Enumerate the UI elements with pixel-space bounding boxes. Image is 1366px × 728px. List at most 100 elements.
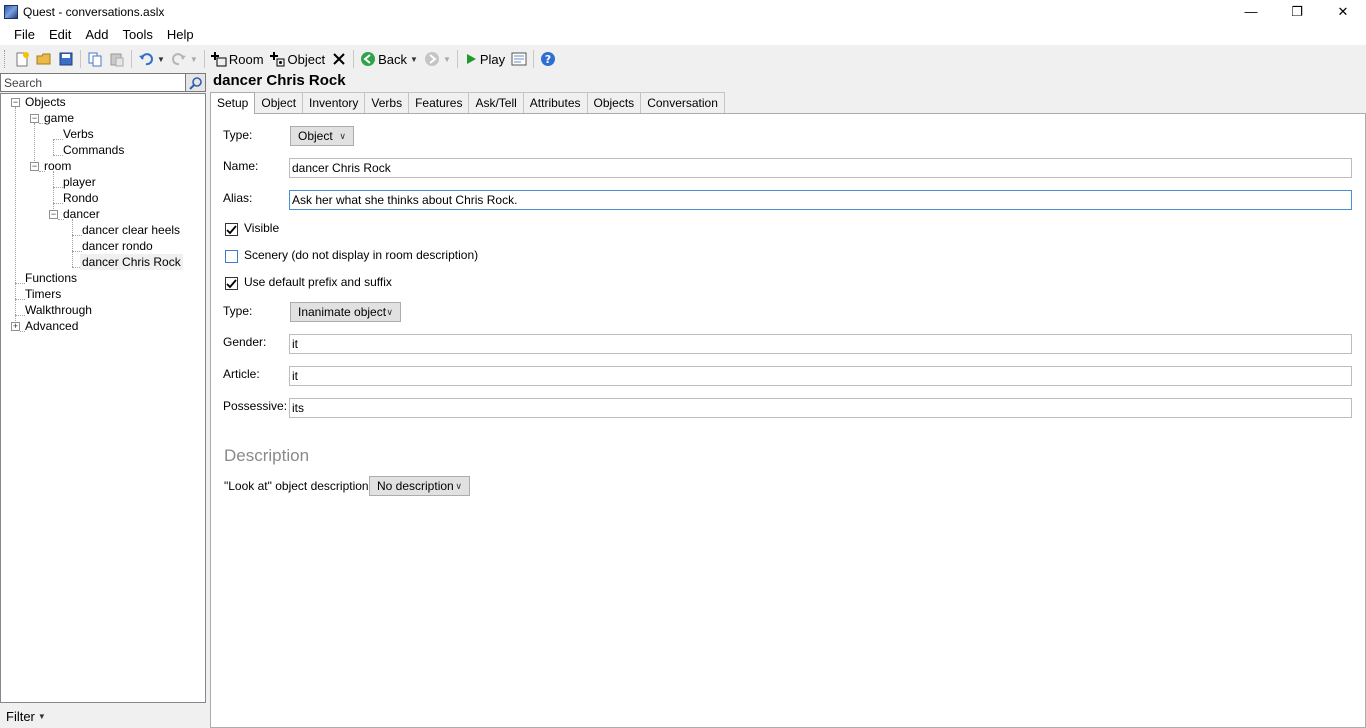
open-folder-icon[interactable] (33, 48, 55, 70)
alias-field[interactable]: Ask her what she thinks about Chris Rock… (289, 190, 1352, 210)
name-label: Name: (223, 159, 259, 173)
type-label: Type: (223, 128, 253, 142)
tab-attributes[interactable]: Attributes (522, 92, 588, 113)
copy-icon[interactable] (84, 48, 106, 70)
menu-add[interactable]: Add (78, 27, 115, 42)
add-room-button[interactable]: Room (208, 48, 267, 70)
description-section-header: Description (224, 446, 310, 465)
save-icon[interactable] (55, 48, 77, 70)
tree-item-rondo[interactable]: Rondo (61, 190, 100, 206)
collapse-dancer-icon[interactable]: − (49, 210, 58, 219)
back-arrow-icon (361, 52, 376, 66)
menu-help[interactable]: Help (160, 27, 201, 42)
possessive-label: Possessive: (223, 399, 288, 413)
tree-item-dancer-rondo[interactable]: dancer rondo (80, 238, 155, 254)
toolbar-separator (203, 50, 205, 68)
tab-inventory[interactable]: Inventory (302, 92, 366, 113)
type-select[interactable]: Object ∨ (290, 126, 354, 146)
redo-button[interactable]: ▼ (168, 48, 201, 70)
redo-icon (171, 53, 186, 66)
tree-item-game[interactable]: game (42, 110, 76, 126)
tab-verbs[interactable]: Verbs (364, 92, 410, 113)
new-file-icon[interactable] (11, 48, 33, 70)
play-button[interactable]: Play (461, 48, 508, 70)
search-input[interactable] (0, 73, 186, 92)
restore-button[interactable]: ❐ (1274, 0, 1320, 23)
collapse-game-icon[interactable]: − (30, 114, 39, 123)
delete-icon[interactable] (328, 48, 350, 70)
tree-item-walkthrough[interactable]: Walkthrough (23, 302, 94, 318)
checkmark-icon (226, 279, 237, 289)
close-window-button[interactable]: ✕ (1320, 0, 1366, 23)
tab-objects[interactable]: Objects (586, 92, 642, 113)
tab-conversation[interactable]: Conversation (640, 92, 725, 113)
add-object-icon (269, 52, 285, 67)
add-room-label: Room (228, 51, 264, 67)
menu-bar: File Edit Add Tools Help (0, 23, 1366, 45)
menu-edit[interactable]: Edit (42, 27, 78, 42)
tree-item-verbs[interactable]: Verbs (61, 126, 96, 142)
menu-file[interactable]: File (7, 27, 42, 42)
forward-button[interactable]: ▼ (421, 48, 454, 70)
tab-object[interactable]: Object (254, 92, 304, 113)
expand-advanced-icon[interactable]: + (11, 322, 20, 331)
default-prefix-checkbox[interactable] (225, 277, 238, 290)
tree-item-commands[interactable]: Commands (61, 142, 126, 158)
tree-item-dancer-clear-heels[interactable]: dancer clear heels (80, 222, 182, 238)
possessive-field[interactable]: its (289, 398, 1352, 418)
play-label: Play (479, 51, 506, 67)
tree-item-functions[interactable]: Functions (23, 270, 79, 286)
tree-item-advanced[interactable]: Advanced (23, 318, 80, 334)
back-button[interactable]: Back ▼ (357, 48, 421, 70)
article-field[interactable]: it (289, 366, 1352, 386)
add-room-icon (210, 52, 227, 67)
object-type-select[interactable]: Inanimate object ∨ (290, 302, 401, 322)
menu-tools[interactable]: Tools (116, 27, 160, 42)
visible-checkbox[interactable] (225, 223, 238, 236)
object-tree[interactable]: − − − − + Objects game Verbs Commands ro… (0, 93, 206, 703)
svg-text:?: ? (545, 53, 551, 66)
play-icon (466, 54, 476, 64)
code-view-icon[interactable] (508, 48, 530, 70)
gender-field[interactable]: it (289, 334, 1352, 354)
collapse-objects-icon[interactable]: − (11, 98, 20, 107)
chevron-down-icon: ▼ (37, 711, 46, 721)
help-icon[interactable]: ? (537, 48, 559, 70)
search-button[interactable] (186, 73, 206, 92)
paste-icon[interactable] (106, 48, 128, 70)
tree-item-player[interactable]: player (61, 174, 98, 190)
toolbar-separator (533, 50, 535, 68)
undo-button[interactable]: ▼ (135, 48, 168, 70)
tree-item-objects[interactable]: Objects (23, 94, 68, 110)
alias-label: Alias: (223, 191, 253, 205)
tab-setup[interactable]: Setup (210, 92, 256, 114)
name-field[interactable]: dancer Chris Rock (289, 158, 1352, 178)
window-controls: — ❐ ✕ (1228, 0, 1366, 23)
tab-ask-tell[interactable]: Ask/Tell (468, 92, 524, 113)
filter-dropdown[interactable]: Filter ▼ (0, 704, 206, 728)
chevron-down-icon[interactable]: ▼ (157, 55, 165, 64)
type-select-value: Object (298, 129, 333, 143)
toolbar-separator (353, 50, 355, 68)
chevron-down-icon[interactable]: ▼ (443, 55, 451, 64)
tree-item-room[interactable]: room (42, 158, 73, 174)
toolbar-grip[interactable] (4, 50, 7, 68)
add-object-button[interactable]: Object (267, 48, 329, 70)
collapse-room-icon[interactable]: − (30, 162, 39, 171)
scenery-label: Scenery (do not display in room descript… (244, 248, 479, 262)
search-icon (188, 76, 202, 90)
tree-item-dancer[interactable]: dancer (61, 206, 102, 222)
tree-item-dancer-chris-rock[interactable]: dancer Chris Rock (80, 254, 183, 270)
look-at-description-value: No description (377, 479, 454, 493)
tab-features[interactable]: Features (408, 92, 470, 113)
back-label: Back (378, 51, 408, 67)
object-type-select-value: Inanimate object (298, 305, 387, 319)
toolbar-separator (131, 50, 132, 68)
search-row (0, 73, 206, 92)
chevron-down-icon[interactable]: ▼ (190, 55, 198, 64)
scenery-checkbox[interactable] (225, 250, 238, 263)
look-at-description-select[interactable]: No description ∨ (369, 476, 470, 496)
chevron-down-icon[interactable]: ▼ (410, 55, 418, 64)
minimize-button[interactable]: — (1228, 0, 1274, 23)
tree-item-timers[interactable]: Timers (23, 286, 63, 302)
